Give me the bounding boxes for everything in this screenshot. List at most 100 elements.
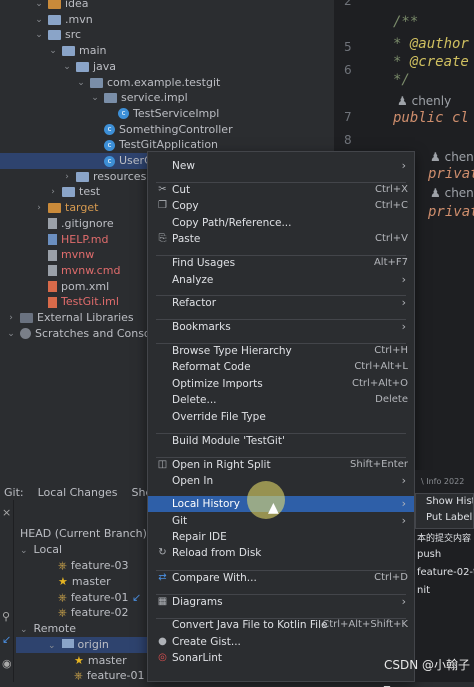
tree-item[interactable]: TestGit.iml [0, 294, 119, 310]
menu-item-reload-from-disk[interactable]: ↻ Reload from Disk [148, 545, 414, 561]
menu-item-open-in[interactable]: Open In › [148, 473, 414, 489]
tree-item[interactable]: ⌄ idea [0, 0, 89, 12]
log-line[interactable]: 本的提交内容 [417, 531, 471, 544]
tree-item[interactable]: ⌄ main [0, 43, 106, 59]
chevron-icon[interactable]: ⌄ [62, 59, 72, 75]
menu-item-label: Reload from Disk [172, 547, 262, 559]
menu-item-analyze[interactable]: Analyze › [148, 272, 414, 288]
chevron-icon[interactable]: › [34, 200, 44, 216]
menu-shortcut: Ctrl+Alt+Shift+K [322, 619, 408, 630]
log-line[interactable]: feature-02-te [417, 567, 474, 578]
menu-item-paste[interactable]: ⎘ Paste Ctrl+V [148, 231, 414, 247]
menu-item-new[interactable]: New › [148, 158, 414, 174]
tree-item[interactable]: mvnw [0, 247, 94, 263]
menu-item-build-module-testgit[interactable]: Build Module 'TestGit' [148, 433, 414, 449]
tree-item[interactable]: ⌄ service.impl [0, 90, 188, 106]
branch-item[interactable]: ⎈ feature-03 [48, 558, 129, 574]
eye-icon[interactable]: ◉ [2, 657, 12, 670]
chevron-icon[interactable]: › [6, 310, 16, 326]
menu-item-label: Find Usages [172, 257, 236, 269]
tree-item-label: service.impl [121, 91, 188, 105]
log-line[interactable]: nit [417, 585, 430, 596]
chevron-icon[interactable]: ⌄ [34, 12, 44, 28]
copy-icon: ❐ [158, 200, 167, 211]
menu-item-sonarlint[interactable]: ◎ SonarLint [148, 650, 414, 666]
tree-item[interactable]: ⌄ Scratches and Consoles [0, 326, 166, 342]
menu-item-open-in-right-split[interactable]: ◫ Open in Right Split Shift+Enter [148, 457, 414, 473]
branch-item[interactable]: ★ master [48, 574, 111, 590]
tree-item[interactable]: › resources [0, 169, 146, 185]
close-icon[interactable]: × [2, 506, 11, 519]
branch-label: feature-01 [70, 591, 129, 604]
menu-item-cut[interactable]: ✂ Cut Ctrl+X [148, 182, 414, 198]
tree-item[interactable]: › External Libraries [0, 310, 133, 326]
menu-item-optimize-imports[interactable]: Optimize Imports Ctrl+Alt+O [148, 376, 414, 392]
tree-item[interactable]: pom.xml [0, 279, 109, 295]
menu-item-browse-type-hierarchy[interactable]: Browse Type Hierarchy Ctrl+H [148, 343, 414, 359]
menu-shortcut: Ctrl+X [374, 184, 408, 195]
menu-item-copy[interactable]: ❐ Copy Ctrl+C [148, 198, 414, 214]
branch-item[interactable]: ⌄ Remote [20, 621, 76, 637]
update-icon[interactable]: ↙ [2, 633, 11, 646]
chevron-icon[interactable]: › [62, 169, 72, 185]
comment-prefix: * [393, 54, 410, 70]
tree-item[interactable]: ⌄ .mvn [0, 12, 92, 28]
chevron-icon[interactable]: ⌄ [20, 546, 28, 556]
put-label-item[interactable]: Put Label... [416, 510, 473, 526]
tree-item[interactable]: HELP.md [0, 232, 108, 248]
tree-item[interactable]: ⌄ com.example.testgit [0, 75, 220, 91]
line-number: 5 [344, 40, 352, 54]
tree-item[interactable]: ⌄ src [0, 27, 81, 43]
chevron-icon[interactable]: ⌄ [20, 625, 28, 635]
menu-item-reformat-code[interactable]: Reformat Code Ctrl+Alt+L [148, 359, 414, 375]
submenu-arrow-icon: › [401, 514, 406, 527]
chevron-icon[interactable]: ⌄ [48, 641, 56, 651]
chevron-icon[interactable]: ⌄ [34, 0, 44, 12]
menu-item-find-usages[interactable]: Find Usages Alt+F7 [148, 255, 414, 271]
branch-item[interactable]: ⎈ feature-01 ↙ [48, 590, 141, 606]
submenu-arrow-icon: › [401, 497, 406, 510]
chevron-icon[interactable]: › [48, 184, 58, 200]
menu-item-override-file-type[interactable]: Override File Type [148, 409, 414, 425]
compare-icon: ⇄ [158, 572, 167, 583]
menu-item-copy-path-reference[interactable]: Copy Path/Reference... [148, 215, 414, 231]
menu-item-git[interactable]: Git › [148, 513, 414, 529]
tree-item[interactable]: ⌄ java [0, 59, 116, 75]
search-icon[interactable]: ⚲ [2, 610, 10, 623]
chevron-icon[interactable]: ⌄ [48, 43, 58, 59]
menu-item-label: Refactor [172, 297, 217, 309]
chevron-icon[interactable]: ⌄ [6, 326, 16, 342]
tree-item[interactable]: c TestServiceImpl [0, 106, 219, 122]
menu-item-diagrams[interactable]: ▦ Diagrams › [148, 594, 414, 610]
cursor-highlight [247, 481, 285, 519]
branch-icon: ⎈ [58, 591, 67, 604]
tree-item-label: test [79, 185, 101, 199]
menu-item-bookmarks[interactable]: Bookmarks › [148, 319, 414, 335]
menu-item-convert-java-file-to-kotlin-file[interactable]: Convert Java File to Kotlin File Ctrl+Alt… [148, 617, 414, 633]
menu-item-compare-with[interactable]: ⇄ Compare With... Ctrl+D [148, 570, 414, 586]
show-history-item[interactable]: Show Histo [416, 494, 473, 510]
menu-item-refactor[interactable]: Refactor › [148, 295, 414, 311]
tab-local-changes[interactable]: Local Changes [38, 484, 118, 502]
menu-item-delete[interactable]: Delete... Delete [148, 392, 414, 408]
branch-item[interactable]: ⌄ Local [20, 542, 62, 558]
branch-item[interactable]: HEAD (Current Branch) [20, 526, 147, 542]
tree-item-label: java [93, 59, 117, 73]
chevron-icon[interactable]: ⌄ [76, 75, 86, 91]
class-icon: c [104, 124, 115, 136]
tree-item[interactable]: › test [0, 184, 100, 200]
chevron-icon[interactable]: ⌄ [34, 27, 44, 43]
diagram-icon: ▦ [157, 596, 168, 607]
tree-item[interactable]: .gitignore [0, 216, 114, 232]
chevron-icon[interactable]: ⌄ [90, 90, 100, 106]
tree-item[interactable]: c SomethingController [0, 122, 233, 138]
log-line[interactable]: push [417, 549, 441, 560]
menu-item-create-gist[interactable]: ● Create Gist... [148, 634, 414, 650]
tree-item[interactable]: mvnw.cmd [0, 263, 120, 279]
branch-item[interactable]: ⎈ feature-02 [48, 605, 129, 621]
tree-item[interactable]: › target [0, 200, 98, 216]
menu-item-label: Git [172, 515, 188, 527]
menu-item-repair-ide[interactable]: Repair IDE [148, 529, 414, 545]
branch-item[interactable]: ★ master [64, 653, 127, 669]
branch-item[interactable]: ⌄ origin [16, 637, 147, 653]
